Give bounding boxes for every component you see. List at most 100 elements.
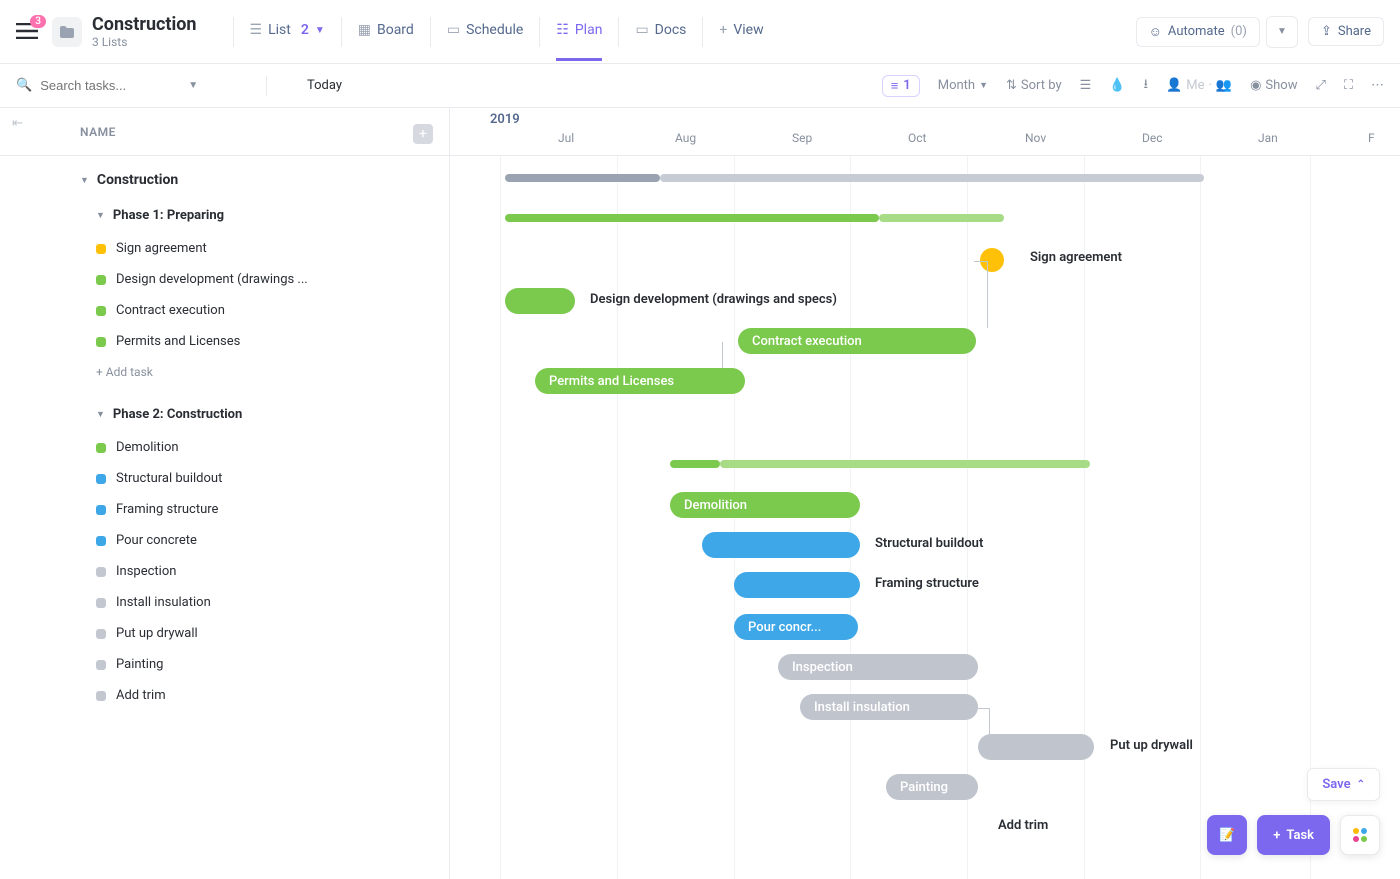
status-square-icon	[96, 629, 106, 639]
tab-board[interactable]: ▦ Board	[358, 2, 414, 61]
timeline-header: 2019 JulAugSepOctNovDecJanF	[450, 108, 1400, 156]
task-row[interactable]: Framing structure	[0, 494, 449, 525]
add-task-phase1[interactable]: + Add task	[0, 357, 449, 397]
bar-painting[interactable]: Painting	[886, 774, 978, 800]
label-addtrim: Add trim	[998, 818, 1048, 833]
task-label: Install insulation	[116, 595, 211, 610]
bar-contract-exec[interactable]: Contract execution	[738, 328, 976, 354]
bar-design-dev[interactable]	[505, 288, 575, 314]
calendar-icon: ▭	[447, 22, 460, 38]
month-label: Jan	[1258, 131, 1278, 145]
group-phase1[interactable]: ▼ Phase 1: Preparing	[0, 198, 449, 233]
summary-phase1-done[interactable]	[505, 214, 879, 222]
task-label: Put up drywall	[116, 626, 198, 641]
bar-text-contract: Contract execution	[752, 334, 862, 349]
add-column-button[interactable]: +	[413, 124, 433, 144]
task-row[interactable]: Design development (drawings ...	[0, 264, 449, 295]
folder-icon[interactable]	[52, 17, 82, 47]
filter-icon: ≡	[891, 78, 899, 94]
bar-drywall[interactable]	[978, 734, 1094, 760]
automate-button[interactable]: ☺ Automate (0)	[1136, 17, 1260, 47]
toolbar: 🔍 ▼ Today ≡ 1 Month ▼ ⇅ Sort by ☰ 💧 ⭳ 👤 …	[0, 64, 1400, 108]
bar-inspection[interactable]: Inspection	[778, 654, 978, 680]
people-icon: 👥	[1216, 78, 1232, 93]
search-input[interactable]	[40, 78, 180, 93]
month-label: Jul	[558, 131, 574, 145]
sort-button[interactable]: ⇅ Sort by	[1006, 78, 1062, 93]
status-square-icon	[96, 337, 106, 347]
fullscreen-icon[interactable]: ⛶	[1344, 78, 1353, 93]
bar-insulation[interactable]: Install insulation	[800, 694, 978, 720]
search-input-wrap[interactable]: 🔍 ▼	[16, 78, 256, 93]
dependency-line	[974, 261, 988, 328]
download-icon[interactable]: ⭳	[1143, 75, 1148, 97]
summary-phase2-remaining[interactable]	[720, 460, 1090, 468]
task-row[interactable]: Sign agreement	[0, 233, 449, 264]
bar-pour[interactable]: Pour concr...	[734, 614, 858, 640]
timescale-dropdown[interactable]: Month ▼	[938, 78, 988, 93]
bar-demolition[interactable]: Demolition	[670, 492, 860, 518]
chevron-up-icon: ⌃	[1357, 779, 1365, 790]
bar-text-inspection: Inspection	[792, 660, 853, 675]
apps-button[interactable]	[1340, 815, 1380, 855]
name-header-label: NAME	[80, 125, 116, 139]
bar-structural[interactable]	[702, 532, 860, 558]
plus-icon: +	[1273, 828, 1280, 843]
notes-button[interactable]: 📝	[1207, 815, 1247, 855]
timescale-label: Month	[938, 78, 975, 93]
name-column-header: NAME	[0, 108, 449, 156]
hamburger-menu-icon[interactable]: 3	[16, 23, 38, 41]
task-row[interactable]: Painting	[0, 649, 449, 680]
phase1-label: Phase 1: Preparing	[113, 208, 224, 223]
status-square-icon	[96, 244, 106, 254]
collapse-icon[interactable]: ⤢	[1315, 78, 1325, 93]
tab-schedule[interactable]: ▭ Schedule	[447, 2, 523, 61]
search-icon: 🔍	[16, 78, 32, 93]
task-row[interactable]: Inspection	[0, 556, 449, 587]
status-square-icon	[96, 505, 106, 515]
me-filter[interactable]: 👤 Me · 👥	[1166, 78, 1232, 93]
task-label: Design development (drawings ...	[116, 272, 308, 287]
label-framing: Framing structure	[875, 576, 979, 591]
expand-icon[interactable]: ☰	[1080, 78, 1092, 93]
task-row[interactable]: Structural buildout	[0, 463, 449, 494]
gantt-timeline[interactable]: 2019 JulAugSepOctNovDecJanF Sign agreeme…	[450, 108, 1400, 879]
group-construction[interactable]: ▼ Construction	[0, 162, 449, 198]
bar-permits[interactable]: Permits and Licenses	[535, 368, 745, 394]
collapse-panel-icon[interactable]: ⇤	[12, 116, 23, 131]
caret-down-icon: ▼	[96, 409, 105, 420]
task-row[interactable]: Install insulation	[0, 587, 449, 618]
bar-text-painting: Painting	[900, 780, 948, 795]
bar-framing[interactable]	[734, 572, 860, 598]
chevron-down-icon[interactable]: ▼	[188, 80, 198, 91]
automate-dropdown[interactable]: ▼	[1266, 16, 1298, 48]
task-row[interactable]: Pour concrete	[0, 525, 449, 556]
save-button[interactable]: Save ⌃	[1307, 768, 1380, 801]
summary-phase1-remaining[interactable]	[879, 214, 1004, 222]
group-phase2[interactable]: ▼ Phase 2: Construction	[0, 397, 449, 432]
task-row[interactable]: Put up drywall	[0, 618, 449, 649]
share-icon: ⇪	[1321, 24, 1332, 39]
tab-list[interactable]: ☰ List 2 ▼	[250, 2, 325, 61]
task-row[interactable]: Add trim	[0, 680, 449, 711]
more-icon[interactable]: ⋯	[1371, 78, 1384, 93]
show-button[interactable]: ◉ Show	[1250, 78, 1297, 93]
summary-phase2-done[interactable]	[670, 460, 720, 468]
task-label: Framing structure	[116, 502, 218, 517]
filter-button[interactable]: ≡ 1	[882, 75, 920, 97]
share-button[interactable]: ⇪ Share	[1308, 17, 1384, 46]
create-task-label: Task	[1286, 828, 1314, 843]
color-icon[interactable]: 💧	[1109, 78, 1125, 93]
task-row[interactable]: Demolition	[0, 432, 449, 463]
group-label: Construction	[97, 172, 178, 188]
tab-docs[interactable]: ▭ Docs	[635, 2, 686, 61]
tab-plan[interactable]: ☷ Plan	[556, 2, 602, 61]
status-square-icon	[96, 306, 106, 316]
add-view-button[interactable]: + View	[719, 2, 763, 61]
task-row[interactable]: Contract execution	[0, 295, 449, 326]
create-task-button[interactable]: + Task	[1257, 815, 1330, 855]
month-label: F	[1368, 131, 1375, 145]
today-button[interactable]: Today	[277, 78, 342, 93]
task-row[interactable]: Permits and Licenses	[0, 326, 449, 357]
tab-list-label: List	[268, 22, 291, 38]
